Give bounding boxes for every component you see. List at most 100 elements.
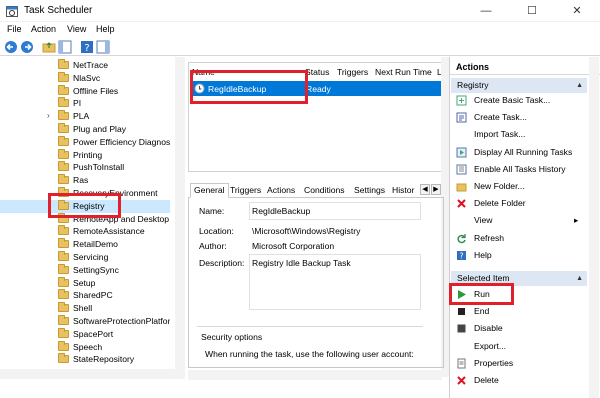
tree-item[interactable]: Ras (0, 174, 170, 187)
action-properties[interactable]: Properties (474, 358, 513, 368)
end-icon (458, 308, 465, 316)
tree-item[interactable]: Offline Files (0, 84, 170, 98)
tree-item[interactable]: Setup (0, 276, 170, 290)
tree-item-label: PI (73, 98, 82, 109)
action-export[interactable]: Export... (474, 341, 506, 351)
tab-general[interactable]: General (190, 183, 229, 198)
expand-chevron-icon[interactable]: › (47, 110, 50, 123)
tree-item[interactable]: PushToInstall (0, 161, 170, 174)
action-view[interactable]: View (474, 215, 492, 225)
tree-item[interactable]: Power Efficiency Diagnost (0, 135, 170, 149)
menu-file[interactable]: File (7, 24, 22, 34)
folder-icon (456, 183, 467, 192)
security-title: Security options (201, 332, 263, 342)
action-end[interactable]: End (474, 306, 489, 316)
forward-icon[interactable] (20, 40, 34, 54)
folder-icon (58, 238, 69, 249)
tree-item[interactable]: Plug and Play (0, 123, 170, 136)
tree-item[interactable]: SettingSync (0, 263, 170, 277)
action-new-folder[interactable]: New Folder... (474, 181, 525, 191)
column-status[interactable]: Status (305, 67, 329, 77)
tree-item-label: SharedPC (73, 290, 113, 301)
folder-icon (58, 353, 69, 364)
tree-item-label: Power Efficiency Diagnost (73, 136, 170, 147)
column-triggers[interactable]: Triggers (337, 67, 368, 77)
close-button[interactable]: ✕ (554, 0, 600, 22)
help-toolbar-icon[interactable]: ? (80, 40, 94, 54)
content-horizontal-scrollbar[interactable] (188, 370, 442, 380)
general-panel: Name: RegIdleBackup Location: \Microsoft… (188, 198, 444, 368)
tab-conditions[interactable]: Conditions (301, 184, 348, 196)
actions-vertical-scrollbar[interactable] (589, 57, 599, 398)
collapse-icon[interactable]: ▲ (576, 271, 583, 286)
folder-icon (58, 123, 69, 133)
location-value[interactable]: \Microsoft\Windows\Registry (252, 226, 360, 236)
action-display-all-running-tasks[interactable]: Display All Running Tasks (474, 147, 572, 157)
tree-item-label: PushToInstall (73, 162, 125, 173)
show-hide-console-tree-icon[interactable] (58, 40, 72, 54)
up-folder-icon[interactable] (42, 40, 56, 54)
tree-item[interactable]: › PLA (0, 110, 170, 123)
tab-actions[interactable]: Actions (264, 184, 298, 196)
back-icon[interactable] (4, 40, 18, 54)
history-icon (456, 164, 467, 175)
show-hide-action-pane-icon[interactable] (96, 40, 110, 54)
tree-item-label: Plug and Play (73, 124, 127, 134)
folder-icon (58, 276, 69, 287)
tree-item[interactable]: SoftwareProtectionPlatfor (0, 315, 170, 328)
tree-item-label: StateRepository (73, 354, 135, 365)
action-delete[interactable]: Delete (474, 375, 499, 385)
tab-history[interactable]: Histor (389, 184, 417, 196)
folder-icon (58, 148, 69, 159)
tab-triggers[interactable]: Triggers (227, 184, 264, 196)
tab-settings[interactable]: Settings (351, 184, 388, 196)
actions-section-registry[interactable]: Registry ▲ (451, 78, 587, 93)
tree-vertical-scrollbar[interactable] (175, 57, 185, 379)
tree-item[interactable]: Speech (0, 340, 170, 354)
action-create-task[interactable]: Create Task... (474, 112, 527, 122)
maximize-button[interactable]: ☐ (509, 0, 555, 22)
author-value[interactable]: Microsoft Corporation (252, 241, 334, 251)
toolbar: ? (0, 38, 600, 56)
action-create-basic-task[interactable]: Create Basic Task... (474, 95, 550, 105)
action-refresh[interactable]: Refresh (474, 233, 504, 243)
action-disable[interactable]: Disable (474, 323, 503, 333)
menu-view[interactable]: View (67, 24, 86, 34)
tab-scroll-left-icon[interactable]: ◀ (420, 184, 430, 195)
highlight-task-name (190, 70, 308, 104)
tree-item-label: Shell (73, 303, 93, 314)
menu-bar: File Action View Help (0, 22, 600, 38)
tree-item[interactable]: SpacePort (0, 327, 170, 341)
tree-item[interactable]: Servicing (0, 251, 170, 264)
action-delete-folder[interactable]: Delete Folder (474, 198, 526, 208)
tree-item[interactable]: StateRepository (0, 353, 170, 366)
tree-item[interactable]: NetTrace (0, 59, 170, 72)
tree-item-label: NetTrace (73, 60, 109, 70)
tree-item[interactable]: NlaSvc (0, 71, 170, 85)
column-next-run-time[interactable]: Next Run Time (375, 67, 432, 77)
minimize-button[interactable]: — (463, 0, 509, 22)
tree-item-label: NlaSvc (73, 72, 101, 83)
tree-item[interactable]: Shell (0, 302, 170, 315)
menu-help[interactable]: Help (96, 24, 115, 34)
action-enable-all-tasks-history[interactable]: Enable All Tasks History (474, 164, 566, 174)
name-label: Name: (199, 206, 225, 216)
collapse-icon[interactable]: ▲ (576, 78, 583, 93)
title-bar: Task Scheduler — ☐ ✕ (0, 0, 600, 22)
tree-item[interactable]: RemoteAssistance (0, 225, 170, 238)
menu-action[interactable]: Action (31, 24, 56, 34)
tree-item[interactable]: SharedPC (0, 289, 170, 302)
action-help[interactable]: Help (474, 250, 492, 260)
security-text: When running the task, use the following… (205, 349, 414, 359)
tree-item[interactable]: PI (0, 97, 170, 110)
highlight-run-action (449, 283, 514, 305)
tree-horizontal-scrollbar[interactable] (0, 369, 175, 379)
action-import-task[interactable]: Import Task... (474, 129, 525, 139)
tab-scroll-right-icon[interactable]: ▶ (431, 184, 441, 195)
folder-icon (58, 340, 69, 351)
tree-item[interactable]: RetailDemo (0, 238, 170, 251)
description-value: Registry Idle Backup Task (252, 258, 351, 268)
help-icon: ? (457, 250, 466, 260)
tree-item[interactable]: Printing (0, 148, 170, 162)
name-value[interactable]: RegIdleBackup (252, 206, 310, 216)
